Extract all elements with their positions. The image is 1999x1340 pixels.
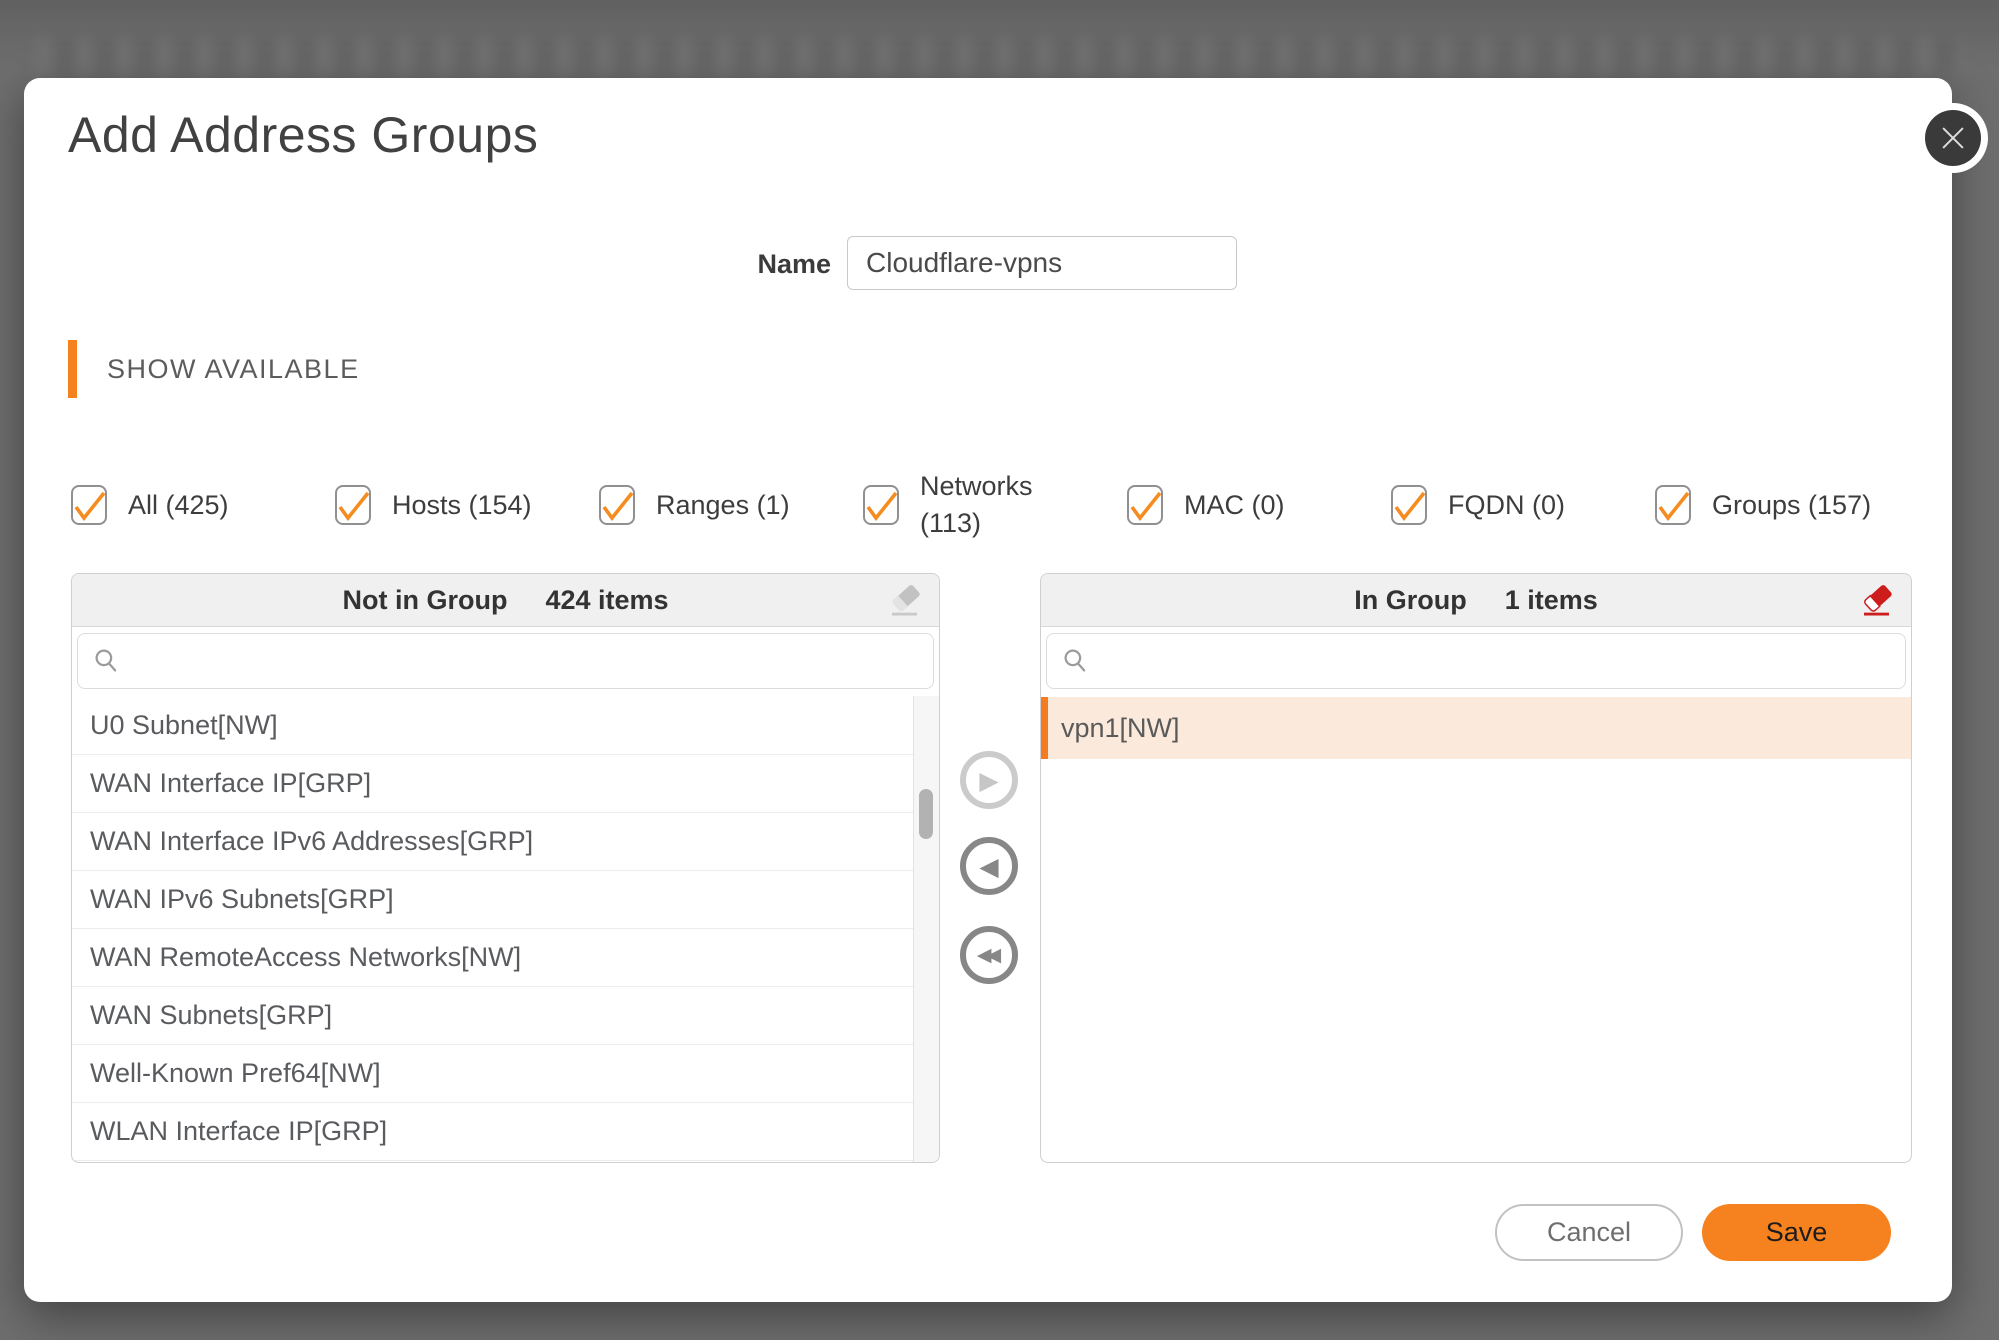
panel-title: Not in Group	[342, 585, 507, 616]
list-item[interactable]: WLAN Interface IP[GRP]	[72, 1103, 913, 1161]
close-button[interactable]	[1918, 103, 1988, 173]
blurred-page-behind	[36, 38, 1963, 76]
search-icon	[1061, 646, 1091, 676]
selected-accent-bar	[1041, 697, 1048, 759]
name-row: Name	[24, 236, 1952, 292]
filter-label: Hosts (154)	[392, 487, 532, 524]
panel-title: In Group	[1354, 585, 1466, 616]
not-in-group-header: Not in Group 424 items	[72, 574, 939, 627]
in-group-search	[1046, 633, 1906, 689]
arrow-right-icon: ▶	[979, 768, 998, 793]
page-title: Add Address Groups	[68, 106, 538, 164]
filter-checkbox-item[interactable]: All (425)	[71, 468, 335, 542]
list-item-label: vpn1[NW]	[1061, 713, 1180, 744]
checkbox-checked-icon[interactable]	[863, 485, 899, 525]
section-accent-bar	[68, 340, 77, 398]
scrollbar-track[interactable]	[913, 696, 939, 1162]
panel-item-count: 1 items	[1505, 585, 1598, 616]
filter-checkbox-item[interactable]: Groups (157)	[1655, 468, 1919, 542]
section-label: SHOW AVAILABLE	[107, 354, 360, 385]
eraser-icon[interactable]	[887, 580, 927, 620]
list-item[interactable]: WAN RemoteAccess Networks[NW]	[72, 929, 913, 987]
filter-label: Networks (113)	[920, 468, 1092, 542]
list-item[interactable]: U0 Subnet[NW]	[72, 697, 913, 755]
move-all-left-button[interactable]: ◀◀	[960, 926, 1018, 984]
filter-label: All (425)	[128, 487, 229, 524]
not-in-group-panel: Not in Group 424 items U0 Subnet[	[71, 573, 940, 1163]
not-in-group-list: U0 Subnet[NW]WAN Interface IP[GRP]WAN In…	[72, 697, 913, 1161]
filter-label: MAC (0)	[1184, 487, 1285, 524]
filter-checkbox-item[interactable]: Ranges (1)	[599, 468, 863, 542]
search-icon	[92, 646, 122, 676]
save-button[interactable]: Save	[1702, 1204, 1891, 1261]
list-item[interactable]: WAN Interface IPv6 Addresses[GRP]	[72, 813, 913, 871]
checkbox-checked-icon[interactable]	[599, 485, 635, 525]
checkbox-checked-icon[interactable]	[335, 485, 371, 525]
filter-checkbox-item[interactable]: Networks (113)	[863, 468, 1127, 542]
filter-checkbox-item[interactable]: MAC (0)	[1127, 468, 1391, 542]
in-group-header: In Group 1 items	[1041, 574, 1911, 627]
close-icon	[1925, 110, 1981, 166]
filter-label: FQDN (0)	[1448, 487, 1565, 524]
in-group-selected-item[interactable]: vpn1[NW]	[1041, 697, 1911, 759]
list-item[interactable]: WAN Subnets[GRP]	[72, 987, 913, 1045]
show-available-section: SHOW AVAILABLE	[68, 340, 360, 398]
move-right-button[interactable]: ▶	[960, 751, 1018, 809]
filter-checkbox-item[interactable]: Hosts (154)	[335, 468, 599, 542]
search-input[interactable]	[132, 633, 933, 689]
arrow-left-icon: ◀	[979, 854, 998, 879]
scrollbar-thumb[interactable]	[919, 789, 933, 839]
in-group-panel: In Group 1 items vpn1[NW]	[1040, 573, 1912, 1163]
type-filter-row: All (425) Hosts (154) Ranges (1) Netwo	[71, 468, 1919, 542]
add-address-groups-dialog: Add Address Groups Name SHOW AVAILABLE A…	[24, 78, 1952, 1302]
list-item[interactable]: Well-Known Pref64[NW]	[72, 1045, 913, 1103]
panel-item-count: 424 items	[545, 585, 668, 616]
name-input[interactable]	[847, 236, 1237, 290]
checkbox-checked-icon[interactable]	[1127, 485, 1163, 525]
search-input[interactable]	[1101, 633, 1905, 689]
double-arrow-left-icon: ◀◀	[977, 946, 996, 965]
checkbox-checked-icon[interactable]	[71, 485, 107, 525]
filter-checkbox-item[interactable]: FQDN (0)	[1391, 468, 1655, 542]
filter-label: Groups (157)	[1712, 487, 1871, 524]
checkbox-checked-icon[interactable]	[1655, 485, 1691, 525]
list-item[interactable]: WAN Interface IP[GRP]	[72, 755, 913, 813]
not-in-group-search	[77, 633, 934, 689]
cancel-button[interactable]: Cancel	[1495, 1204, 1683, 1261]
name-label: Name	[757, 249, 831, 280]
eraser-red-icon[interactable]	[1859, 580, 1899, 620]
list-item[interactable]: WAN IPv6 Subnets[GRP]	[72, 871, 913, 929]
filter-label: Ranges (1)	[656, 487, 790, 524]
move-left-button[interactable]: ◀	[960, 837, 1018, 895]
checkbox-checked-icon[interactable]	[1391, 485, 1427, 525]
